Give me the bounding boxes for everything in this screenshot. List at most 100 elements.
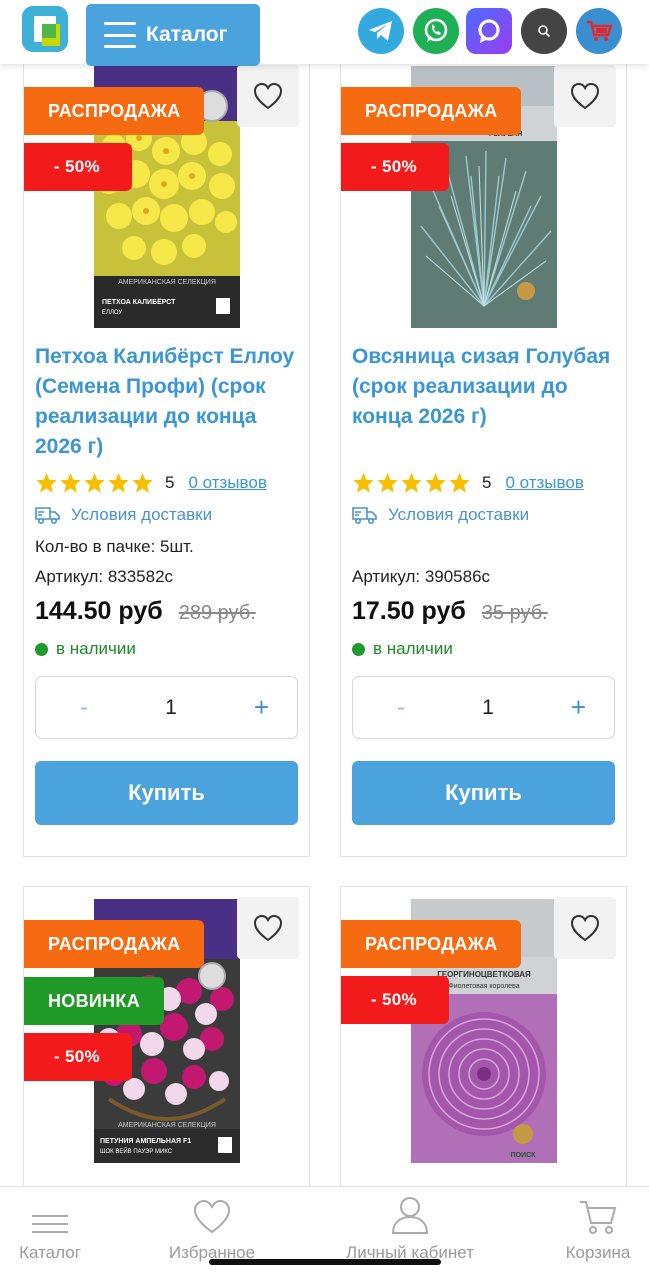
nav-label: Каталог — [19, 1243, 81, 1262]
stock-status: в наличии — [35, 639, 136, 659]
delivery-label: Условия доставки — [71, 505, 213, 524]
star-icon — [377, 472, 398, 493]
product-card: ГОЛУБАЯ РАСПРОДАЖА - 50% Овсяница сизая … — [340, 40, 627, 857]
delivery-label: Условия доставки — [388, 505, 530, 524]
product-rating: 5 0 отзывов — [35, 471, 267, 495]
menu-icon — [104, 22, 136, 48]
sku: Артикул: 833582с — [35, 567, 174, 586]
quantity-stepper: - 1 + — [35, 676, 298, 739]
new-badge: НОВИНКА — [24, 977, 164, 1025]
telegram-icon[interactable] — [358, 8, 404, 54]
search-icon[interactable] — [521, 8, 567, 54]
increase-quantity-button[interactable]: + — [254, 692, 269, 723]
star-icon — [132, 472, 153, 493]
svg-text:ГЕОРГИНОЦВЕТКОВАЯ: ГЕОРГИНОЦВЕТКОВАЯ — [437, 970, 531, 979]
discount-badge: - 50% — [341, 976, 449, 1024]
bottom-navigation: Каталог Избранное Личный кабинет Корзина — [0, 1186, 649, 1280]
sale-badge: РАСПРОДАЖА — [341, 920, 521, 968]
heart-icon — [253, 82, 283, 110]
nav-catalog[interactable]: Каталог — [10, 1187, 90, 1267]
delivery-conditions-link[interactable]: Условия доставки — [352, 505, 529, 525]
pack-quantity: Кол-во в пачке: 5шт. — [35, 537, 194, 556]
discount-badge: - 50% — [24, 143, 132, 191]
product-rating: 5 0 отзывов — [352, 471, 584, 495]
whatsapp-icon[interactable] — [413, 8, 459, 54]
current-price: 144.50 руб — [35, 597, 163, 625]
buy-button[interactable]: Купить — [35, 761, 298, 825]
star-icon — [108, 472, 129, 493]
product-card: АМЕРИКАНСКАЯ СЕЛЕКЦИЯ ПЕТХОА КАЛИБЁРСТ Е… — [23, 40, 310, 857]
svg-text:ПОИСК: ПОИСК — [511, 1152, 537, 1159]
old-price: 35 руб. — [481, 602, 548, 624]
buy-button[interactable]: Купить — [352, 761, 615, 825]
nav-label: Корзина — [565, 1243, 631, 1262]
heart-icon — [570, 914, 600, 942]
rating-stars — [352, 472, 471, 494]
delivery-truck-icon — [352, 507, 377, 525]
sale-badge: РАСПРОДАЖА — [341, 87, 521, 135]
svg-text:Фиолетовая королева: Фиолетовая королева — [448, 983, 519, 990]
star-icon — [449, 472, 470, 493]
in-stock-dot-icon — [352, 642, 365, 656]
current-price: 17.50 руб — [352, 597, 466, 625]
rating-value: 5 — [482, 473, 492, 492]
cart-icon — [578, 1187, 618, 1235]
top-header: Каталог — [0, 0, 649, 66]
svg-text:ПЕТХОА КАЛИБЁРСТ: ПЕТХОА КАЛИБЁРСТ — [102, 298, 176, 306]
increase-quantity-button[interactable]: + — [571, 692, 586, 723]
stock-label: в наличии — [373, 639, 453, 658]
nav-account[interactable]: Личный кабинет — [340, 1187, 480, 1267]
rating-stars — [35, 472, 154, 494]
svg-text:ЕЛЛОУ: ЕЛЛОУ — [102, 310, 122, 316]
favorite-button[interactable] — [237, 897, 299, 959]
heart-icon — [253, 914, 283, 942]
discount-badge: - 50% — [24, 1033, 132, 1081]
discount-badge: - 50% — [341, 143, 449, 191]
stock-status: в наличии — [352, 639, 453, 659]
price-block: 144.50 руб 289 руб. — [35, 597, 256, 626]
stock-label: в наличии — [56, 639, 136, 658]
home-indicator[interactable] — [209, 1259, 441, 1265]
delivery-truck-icon — [35, 507, 60, 525]
price-block: 17.50 руб 35 руб. — [352, 597, 548, 626]
sale-badge: РАСПРОДАЖА — [24, 87, 204, 135]
favorite-button[interactable] — [554, 897, 616, 959]
svg-text:ШОК ВЕЙВ ПАУЭР МИКС: ШОК ВЕЙВ ПАУЭР МИКС — [100, 1147, 173, 1155]
max-messenger-icon[interactable] — [466, 8, 512, 54]
decrease-quantity-button[interactable]: - — [397, 694, 405, 722]
star-icon — [401, 472, 422, 493]
star-icon — [60, 472, 81, 493]
catalog-button[interactable]: Каталог — [86, 4, 260, 66]
cart-icon[interactable] — [576, 8, 622, 54]
heart-icon — [570, 82, 600, 110]
product-title-link[interactable]: Петхоа Калибёрст Еллоу (Семена Профи) (с… — [35, 342, 303, 462]
menu-icon — [30, 1187, 70, 1235]
in-stock-dot-icon — [35, 642, 48, 656]
heart-icon — [192, 1187, 232, 1235]
nav-favorites[interactable]: Избранное — [162, 1187, 262, 1267]
nav-cart[interactable]: Корзина — [556, 1187, 640, 1267]
product-card: АМЕРИКАНСКАЯ СЕЛЕКЦИЯ ПЕТУНИЯ АМПЕЛЬНАЯ … — [23, 886, 310, 1206]
rating-value: 5 — [165, 473, 175, 492]
product-card: ГЕОРГИНОЦВЕТКОВАЯ Фиолетовая королева ПО… — [340, 886, 627, 1206]
star-icon — [353, 472, 374, 493]
sku: Артикул: 390586с — [352, 567, 491, 586]
quantity-value[interactable]: 1 — [482, 696, 494, 720]
delivery-conditions-link[interactable]: Условия доставки — [35, 505, 212, 525]
star-icon — [36, 472, 57, 493]
reviews-link[interactable]: 0 отзывов — [505, 473, 583, 493]
sale-badge: РАСПРОДАЖА — [24, 920, 204, 968]
star-icon — [425, 472, 446, 493]
site-logo[interactable] — [22, 6, 68, 52]
reviews-link[interactable]: 0 отзывов — [188, 473, 266, 493]
svg-text:АМЕРИКАНСКАЯ СЕЛЕКЦИЯ: АМЕРИКАНСКАЯ СЕЛЕКЦИЯ — [118, 1122, 216, 1129]
favorite-button[interactable] — [554, 65, 616, 127]
star-icon — [84, 472, 105, 493]
decrease-quantity-button[interactable]: - — [80, 694, 88, 722]
user-icon — [390, 1187, 430, 1235]
favorite-button[interactable] — [237, 65, 299, 127]
svg-text:ПЕТУНИЯ АМПЕЛЬНАЯ F1: ПЕТУНИЯ АМПЕЛЬНАЯ F1 — [100, 1138, 191, 1145]
quantity-value[interactable]: 1 — [165, 696, 177, 720]
product-title-link[interactable]: Овсяница сизая Голубая (срок реализации … — [352, 342, 620, 432]
svg-text:АМЕРИКАНСКАЯ СЕЛЕКЦИЯ: АМЕРИКАНСКАЯ СЕЛЕКЦИЯ — [118, 279, 216, 286]
